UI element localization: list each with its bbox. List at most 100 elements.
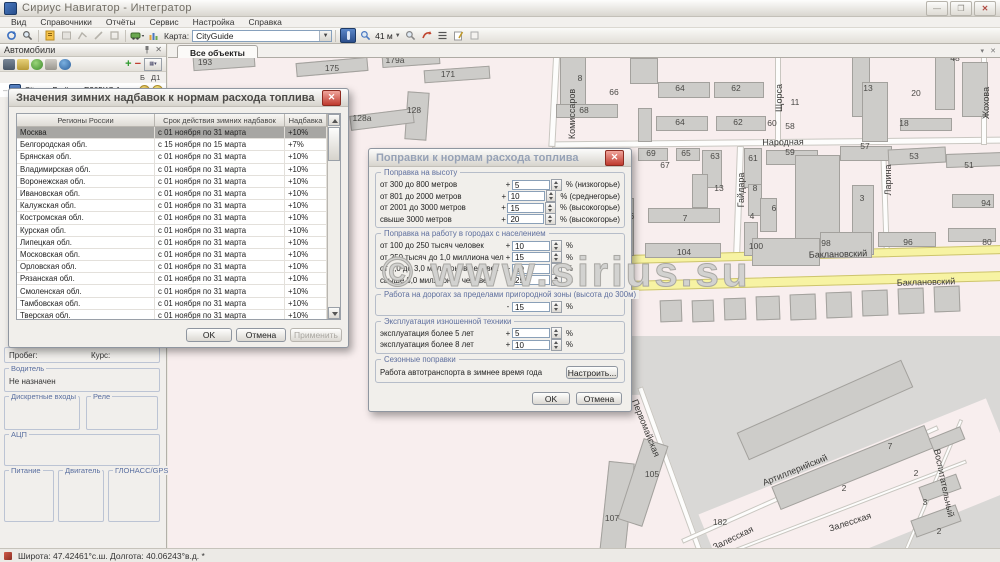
spin-input[interactable]: 20	[507, 214, 544, 224]
spinner[interactable]	[551, 327, 562, 339]
spinner[interactable]	[551, 339, 562, 351]
spinner[interactable]	[551, 263, 562, 275]
table-row[interactable]: Костромская обл. с 01 ноября по 31 марта…	[17, 212, 340, 224]
remove-vehicle-icon[interactable]: −	[135, 58, 141, 70]
spin-input[interactable]: 10	[512, 340, 550, 350]
table-row[interactable]: Курская обл. с 01 ноября по 31 марта +10…	[17, 225, 340, 237]
menu-item-3[interactable]: Сервис	[143, 17, 186, 28]
legend-icon[interactable]	[436, 29, 450, 42]
edit-map-icon[interactable]	[452, 29, 466, 42]
regions-table[interactable]: Регионы РоссииСрок действия зимних надба…	[16, 113, 341, 320]
tab-all-objects[interactable]: Все объекты	[177, 45, 258, 59]
winter-cancel-button[interactable]: Отмена	[236, 328, 286, 342]
spinner[interactable]	[551, 274, 562, 286]
spin-input[interactable]: 10	[512, 241, 550, 251]
zoom-in-icon[interactable]	[358, 29, 372, 42]
home-view-icon[interactable]	[420, 29, 434, 42]
table-row[interactable]: Смоленская обл. с 01 ноября по 31 марта …	[17, 285, 340, 297]
fuel-dialog-close-icon[interactable]: ✕	[605, 150, 624, 166]
table-row[interactable]: Тамбовская обл. с 01 ноября по 31 марта …	[17, 298, 340, 310]
map-source-combo[interactable]: CityGuide ▼	[192, 30, 332, 42]
table-row[interactable]: Брянская обл. с 01 ноября по 31 марта +1…	[17, 151, 340, 163]
globe-green-icon[interactable]	[31, 59, 43, 70]
winter-dialog-titlebar[interactable]: Значения зимних надбавок к нормам расход…	[9, 89, 348, 107]
vehicle-filter-icon[interactable]	[130, 29, 144, 42]
history-icon-disabled[interactable]	[59, 29, 73, 42]
chart-icon[interactable]	[146, 29, 160, 42]
menu-item-4[interactable]: Настройка	[186, 17, 242, 28]
winter-apply-button[interactable]: Применить	[290, 328, 342, 342]
area-icon-disabled[interactable]	[107, 29, 121, 42]
tree-collapse-icon[interactable]: –	[3, 86, 7, 95]
select-mode-icon[interactable]	[468, 29, 482, 42]
panel-close-icon[interactable]: ✕	[155, 45, 162, 56]
spinner[interactable]	[551, 251, 562, 263]
scroll-up-icon[interactable]	[328, 114, 340, 126]
table-header-2[interactable]: Надбавка	[285, 114, 327, 127]
globe-blue-icon[interactable]	[59, 59, 71, 70]
columns-split-button[interactable]: ▦▾	[144, 58, 162, 71]
refresh-icon[interactable]	[4, 29, 18, 42]
menu-item-0[interactable]: Вид	[4, 17, 33, 28]
table-row[interactable]: Рязанская обл. с 01 ноября по 31 марта +…	[17, 273, 340, 285]
minimize-button[interactable]: —	[926, 1, 948, 16]
table-row[interactable]: Белгородская обл. с 15 ноября по 15 март…	[17, 139, 340, 151]
spin-input[interactable]: 15	[512, 302, 550, 312]
spinner[interactable]	[545, 213, 556, 225]
report-icon[interactable]	[43, 29, 57, 42]
vehicle-photo-icon[interactable]	[45, 59, 57, 70]
table-row[interactable]: Ивановская обл. с 01 ноября по 31 марта …	[17, 188, 340, 200]
fuel-cancel-button[interactable]: Отмена	[576, 392, 622, 405]
winter-dialog-close-icon[interactable]: ✕	[322, 90, 341, 106]
track-icon-disabled[interactable]	[75, 29, 89, 42]
edit-vehicle-icon[interactable]	[17, 59, 29, 70]
tab-close-icon[interactable]: ✕	[990, 47, 996, 55]
correction-row: от 100 до 250 тысяч человек + 10 %	[380, 240, 620, 252]
spin-input[interactable]: 15	[507, 203, 544, 213]
map-scale-dropdown[interactable]: 41 м ▼	[375, 31, 401, 41]
menu-item-5[interactable]: Справка	[242, 17, 289, 28]
fuel-dialog-titlebar[interactable]: Поправки к нормам расхода топлива ✕	[369, 149, 631, 167]
add-vehicle-icon[interactable]: +	[125, 58, 131, 70]
table-row[interactable]: Москва с 01 ноября по 31 марта +10%	[17, 127, 340, 139]
table-row[interactable]: Тверская обл. с 01 ноября по 31 марта +1…	[17, 310, 340, 320]
spinner[interactable]	[551, 240, 562, 252]
spinner[interactable]	[545, 202, 556, 214]
table-header-1[interactable]: Срок действия зимних надбавок	[155, 114, 285, 127]
spinner[interactable]	[551, 179, 562, 191]
spinner[interactable]	[551, 301, 562, 313]
table-scrollbar[interactable]	[327, 114, 340, 319]
table-header-0[interactable]: Регионы России	[17, 114, 155, 127]
table-row[interactable]: Воронежская обл. с 01 ноября по 31 марта…	[17, 176, 340, 188]
spin-input[interactable]: 15	[512, 252, 550, 262]
find-vehicle-icon[interactable]	[3, 59, 15, 70]
measure-icon-disabled[interactable]	[91, 29, 105, 42]
scroll-thumb[interactable]	[328, 127, 340, 161]
pin-icon[interactable]	[143, 45, 151, 56]
zoom-out-icon[interactable]	[404, 29, 418, 42]
table-row[interactable]: Орловская обл. с 01 ноября по 31 марта +…	[17, 261, 340, 273]
close-button[interactable]: ✕	[974, 1, 996, 16]
configure-button[interactable]: Настроить...	[566, 366, 618, 379]
fuel-ok-button[interactable]: OK	[532, 392, 570, 405]
table-row[interactable]: Калужская обл. с 01 ноября по 31 марта +…	[17, 200, 340, 212]
scroll-down-icon[interactable]	[328, 307, 340, 319]
winter-ok-button[interactable]: OK	[186, 328, 232, 342]
spin-input[interactable]: 20	[512, 264, 550, 274]
maximize-button[interactable]: ❐	[950, 1, 972, 16]
spin-input[interactable]: 10	[508, 191, 545, 201]
spinner[interactable]	[546, 190, 557, 202]
table-row[interactable]: Московская обл. с 01 ноября по 31 марта …	[17, 249, 340, 261]
search-icon[interactable]	[20, 29, 34, 42]
tab-list-icon[interactable]: ▾	[980, 47, 984, 55]
seasonal-row: Работа автотранспорта в зимнее время год…	[380, 366, 620, 380]
traffic-toggle-icon[interactable]	[340, 28, 356, 43]
chevron-down-icon[interactable]: ▼	[319, 31, 331, 41]
table-row[interactable]: Владимирская обл. с 01 ноября по 31 март…	[17, 164, 340, 176]
menu-item-2[interactable]: Отчёты	[99, 17, 143, 28]
table-row[interactable]: Липецкая обл. с 01 ноября по 31 марта +1…	[17, 237, 340, 249]
spin-input[interactable]: 5	[512, 328, 550, 338]
spin-input[interactable]: 5	[512, 180, 550, 190]
menu-item-1[interactable]: Справочники	[33, 17, 99, 28]
spin-input[interactable]: 25	[512, 275, 550, 285]
